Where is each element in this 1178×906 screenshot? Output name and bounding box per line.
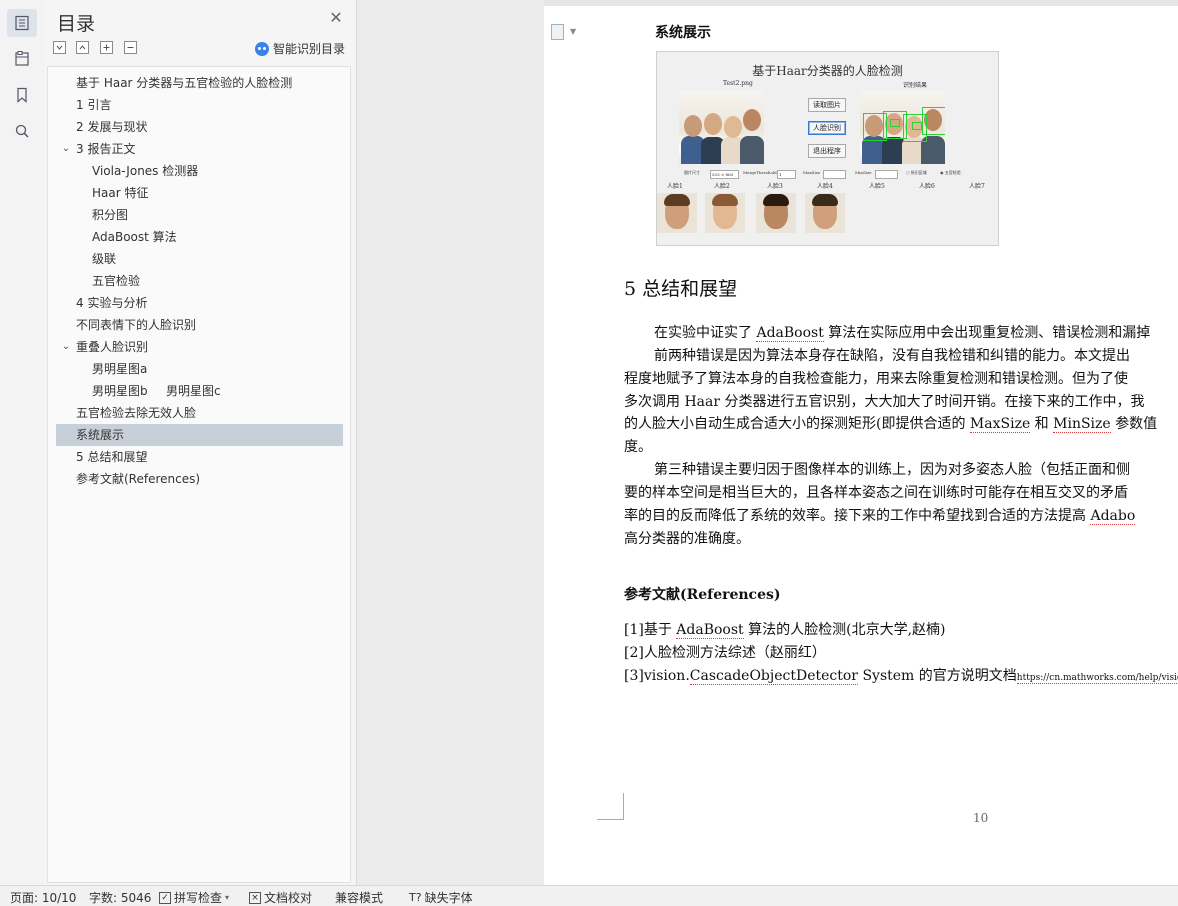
reference-item: [3]vision.CascadeObjectDetector System 的… bbox=[624, 665, 1178, 685]
paragraph-line: 要的样本空间是相当巨大的，且各样本姿态之间在训练时可能存在相互交叉的矛盾 bbox=[624, 485, 1128, 501]
toc-item[interactable]: Haar 特征 bbox=[56, 182, 343, 204]
reference-item: [1]基于 AdaBoost 算法的人脸检测(北京大学,赵楠) bbox=[624, 622, 946, 639]
toc-item[interactable]: 4 实验与分析 bbox=[56, 292, 343, 314]
toc-item[interactable]: ⌄ 3 报告正文 bbox=[56, 138, 343, 160]
toc-item[interactable]: 男明星图a bbox=[56, 358, 343, 380]
toc-item[interactable]: 级联 bbox=[56, 248, 343, 270]
chevron-down-icon[interactable]: ⌄ bbox=[61, 336, 71, 358]
group-photo bbox=[679, 91, 764, 164]
sidebar-icon-rail bbox=[0, 0, 45, 885]
proofread-icon: × bbox=[249, 891, 261, 904]
page-icon[interactable] bbox=[551, 24, 564, 40]
document-background bbox=[357, 0, 544, 885]
checkbox-icon: ✓ bbox=[159, 891, 171, 904]
toc-item-selected[interactable]: 系统展示 bbox=[56, 424, 343, 446]
toc-title: 目录 bbox=[57, 13, 96, 35]
toc-list: 基于 Haar 分类器与五官检验的人脸检测 1 引言 2 发展与现状 ⌄ 3 报… bbox=[47, 66, 351, 883]
figure-title: 基于Haar分类器的人脸检测 bbox=[752, 64, 903, 78]
references-heading: 参考文献(References) bbox=[624, 587, 781, 603]
paragraph-line: 在实验中证实了 AdaBoost 算法在实际应用中会出现重复检测、错误检测和漏掉 bbox=[654, 325, 1151, 342]
paragraph-line: 的人脸大小自动生成合适大小的探测矩形(即提供合适的 MaxSize 和 MinS… bbox=[624, 416, 1158, 433]
toc-item[interactable]: AdaBoost 算法 bbox=[56, 226, 343, 248]
paragraph-line: 程度地赋予了算法本身的自我检查能力，用来去除重复检测和错误检测。但为了使 bbox=[624, 371, 1128, 387]
paragraph-line: 高分类器的准确度。 bbox=[624, 531, 750, 547]
read-image-button: 读取图片 bbox=[808, 98, 846, 112]
paragraph-line: 前两种错误是因为算法本身存在缺陷，没有自我检错和纠错的能力。本文提出 bbox=[654, 348, 1130, 364]
search-icon[interactable] bbox=[7, 117, 37, 145]
chevron-down-icon[interactable]: ▼ bbox=[570, 27, 576, 36]
font-icon: T? bbox=[409, 891, 422, 904]
figure-right-caption: 识别结果 bbox=[903, 82, 928, 89]
smart-toc-label: 智能识别目录 bbox=[273, 42, 346, 56]
paragraph-line: 率的目的反而降低了系统的效率。接下来的工作中希望找到合适的方法提高 Adabo bbox=[624, 508, 1136, 525]
chevron-down-icon[interactable]: ⌄ bbox=[61, 138, 71, 160]
page-number: 10 bbox=[973, 811, 989, 825]
word-count[interactable]: 字数: 5046 bbox=[89, 889, 151, 906]
reference-item: [2]人脸检测方法综述（赵丽红） bbox=[624, 645, 826, 661]
face-detect-button: 人脸识别 bbox=[808, 121, 846, 135]
figure-left-caption: Test2.png bbox=[723, 80, 753, 87]
toc-item[interactable]: 五官检验 bbox=[56, 270, 343, 292]
toc-item[interactable]: 男明星图b 男明星图c bbox=[56, 380, 343, 402]
missing-fonts-button[interactable]: T? 缺失字体 bbox=[409, 889, 473, 906]
reference-link[interactable]: https://cn.mathworks.com/help/vision/ref… bbox=[1016, 673, 1178, 684]
toc-item[interactable]: 五官检验去除无效人脸 bbox=[56, 402, 343, 424]
toc-icon[interactable] bbox=[7, 9, 37, 37]
face-crop-2 bbox=[705, 193, 745, 233]
page-corner-mark bbox=[597, 793, 624, 820]
navigation-icon[interactable] bbox=[7, 45, 37, 73]
close-icon[interactable]: ✕ bbox=[328, 10, 344, 26]
add-heading-icon[interactable] bbox=[100, 41, 113, 54]
paragraph-line: 第三种错误主要归因于图像样本的训练上，因为对多姿态人脸（包括正面和侧 bbox=[654, 462, 1130, 478]
toc-panel: 目录 ✕ 智能识别目录 基于 Haar 分类器与五官检验的人脸检测 1 引言 2… bbox=[44, 0, 357, 885]
face-crop-4 bbox=[805, 193, 845, 233]
paragraph-line: 度。 bbox=[624, 439, 652, 455]
expand-all-icon[interactable] bbox=[53, 41, 66, 54]
paragraph-line: 多次调用 Haar 分类器进行五官识别，大大加大了时间开销。在接下来的工作中，我 bbox=[624, 394, 1145, 410]
robot-icon bbox=[255, 41, 269, 56]
exit-button: 退出程序 bbox=[808, 144, 846, 158]
compat-mode[interactable]: 兼容模式 bbox=[335, 889, 383, 906]
toc-item[interactable]: 不同表情下的人脸识别 bbox=[56, 314, 343, 336]
face-crop-3 bbox=[756, 193, 796, 233]
toc-item[interactable]: 5 总结和展望 bbox=[56, 446, 343, 468]
face-crop-1 bbox=[657, 193, 697, 233]
document-page[interactable]: ▼ 系统展示 基于Haar分类器的人脸检测 Test2.png 识别结果 读取图… bbox=[544, 6, 1178, 885]
system-screenshot-figure: 基于Haar分类器的人脸检测 Test2.png 识别结果 读取图片 人脸识别 … bbox=[656, 51, 999, 246]
toc-item[interactable]: 1 引言 bbox=[56, 94, 343, 116]
toc-item[interactable]: Viola-Jones 检测器 bbox=[56, 160, 343, 182]
toc-item[interactable]: 2 发展与现状 bbox=[56, 116, 343, 138]
remove-heading-icon[interactable] bbox=[124, 41, 137, 54]
bookmark-icon[interactable] bbox=[7, 81, 37, 109]
result-photo bbox=[860, 91, 945, 164]
collapse-all-icon[interactable] bbox=[76, 41, 89, 54]
chevron-down-icon: ▾ bbox=[225, 893, 230, 902]
page-indicator[interactable]: 页面: 10/10 bbox=[10, 889, 76, 906]
toc-item[interactable]: 参考文献(References) bbox=[56, 468, 343, 490]
section-heading: 系统展示 bbox=[655, 25, 711, 41]
chapter-heading: 5 总结和展望 bbox=[624, 278, 738, 300]
spell-check-button[interactable]: ✓ 拼写检查 ▾ bbox=[159, 889, 229, 906]
smart-toc-button[interactable]: 智能识别目录 bbox=[255, 40, 345, 57]
toc-item[interactable]: ⌄ 重叠人脸识别 bbox=[56, 336, 343, 358]
proofread-button[interactable]: × 文档校对 bbox=[249, 889, 312, 906]
toc-item[interactable]: 积分图 bbox=[56, 204, 343, 226]
toc-item[interactable]: 基于 Haar 分类器与五官检验的人脸检测 bbox=[56, 72, 343, 94]
status-bar: 页面: 10/10 字数: 5046 ✓ 拼写检查 ▾ × 文档校对 兼容模式 … bbox=[0, 885, 1178, 906]
